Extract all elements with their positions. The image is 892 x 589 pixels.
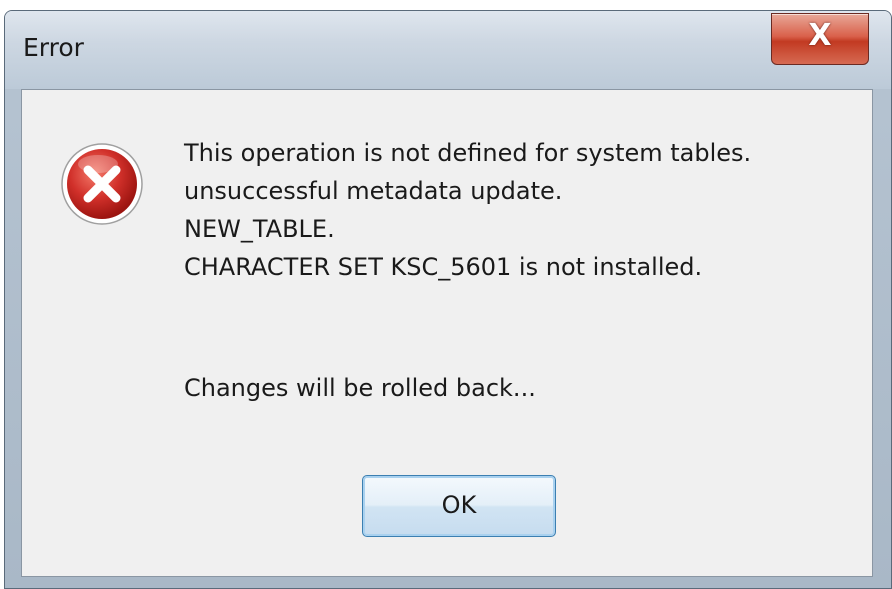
message-line: unsuccessful metadata update. xyxy=(184,177,563,205)
message-line: NEW_TABLE. xyxy=(184,215,335,243)
message-line: CHARACTER SET KSC_5601 is not installed. xyxy=(184,253,703,281)
error-dialog: Error X This operation is not defined fo… xyxy=(4,10,892,589)
rollback-notice: Changes will be rolled back... xyxy=(184,374,536,402)
dialog-body: This operation is not defined for system… xyxy=(21,89,873,577)
message-line: This operation is not defined for system… xyxy=(184,139,752,167)
close-icon: X xyxy=(808,18,832,53)
error-message: This operation is not defined for system… xyxy=(184,134,751,286)
ok-button[interactable]: OK xyxy=(362,475,556,537)
error-icon xyxy=(61,143,143,225)
window-title: Error xyxy=(23,33,84,62)
title-bar[interactable]: Error X xyxy=(5,11,891,89)
close-button[interactable]: X xyxy=(771,13,869,65)
